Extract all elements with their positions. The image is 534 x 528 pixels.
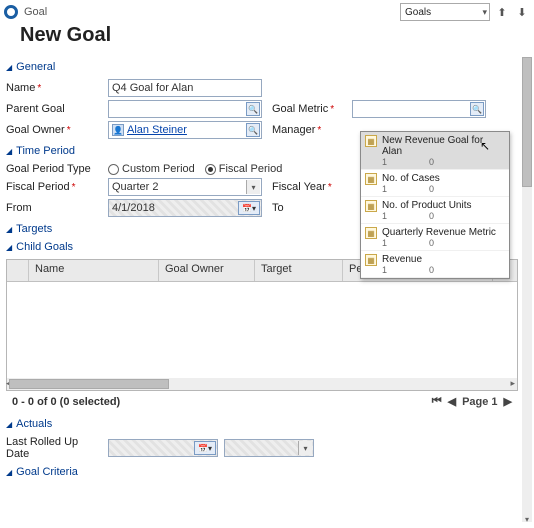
collapse-icon: ◢ (6, 63, 12, 72)
page-title: New Goal (20, 24, 530, 47)
goal-owner-link[interactable]: Alan Steiner (127, 124, 187, 136)
grid-horizontal-scroll[interactable]: ◂ ▸ (7, 378, 517, 390)
dropdown-item-label: Quarterly Revenue Metric (382, 227, 503, 238)
calendar-icon[interactable]: 📅▾ (194, 441, 216, 455)
metric-icon: ▦ (365, 173, 377, 185)
dropdown-item[interactable]: ▦ Revenue 10 (361, 251, 509, 278)
dropdown-item[interactable]: ▦ New Revenue Goal for Alan 10 (361, 132, 509, 170)
grid-checkbox-col[interactable] (7, 260, 29, 281)
goal-metric-dropdown[interactable]: ▦ New Revenue Goal for Alan 10 ▦ No. of … (360, 131, 510, 279)
radio-icon (108, 164, 119, 175)
goal-metric-label: Goal Metric* (272, 103, 346, 115)
related-entity-value: Goals (405, 7, 431, 18)
parent-goal-lookup[interactable]: 🔍 (108, 100, 262, 118)
last-rolled-date-input[interactable]: 📅▾ (108, 439, 218, 457)
to-label: To (272, 202, 346, 214)
related-entity-select[interactable]: Goals ▾ (400, 3, 490, 21)
collapse-icon: ◢ (6, 468, 12, 477)
lookup-icon[interactable]: 🔍 (246, 123, 260, 137)
radio-fiscal-period[interactable]: Fiscal Period (205, 163, 283, 175)
dropdown-item[interactable]: ▦ No. of Product Units 10 (361, 197, 509, 224)
fiscal-period-label: Fiscal Period* (6, 181, 102, 193)
collapse-icon: ◢ (6, 225, 12, 234)
vertical-scrollbar[interactable]: ▴ ▾ (522, 57, 532, 522)
pager-prev-icon[interactable]: ◀ (448, 395, 456, 408)
last-rolled-time-input[interactable]: ▾ (224, 439, 314, 457)
pager-page-label: Page 1 (462, 396, 497, 408)
user-icon: 👤 (112, 124, 124, 136)
section-targets-label: Targets (16, 223, 52, 235)
chevron-down-icon: ▾ (298, 441, 312, 455)
last-rolled-label: Last Rolled Up Date (6, 436, 102, 460)
grid-body[interactable] (7, 282, 517, 378)
dropdown-item[interactable]: ▦ No. of Cases 10 (361, 170, 509, 197)
collapse-icon: ◢ (6, 243, 12, 252)
grid-status: 0 - 0 of 0 (0 selected) (12, 396, 120, 408)
manager-label: Manager* (272, 124, 346, 136)
nav-up-button[interactable]: ⬆ (494, 4, 510, 20)
grid-col-owner[interactable]: Goal Owner (159, 260, 255, 281)
entity-label: Goal (24, 6, 47, 18)
goal-owner-label: Goal Owner* (6, 124, 102, 136)
radio-label: Custom Period (122, 163, 195, 175)
goal-period-type-label: Goal Period Type (6, 163, 102, 175)
dropdown-item-label: No. of Product Units (382, 200, 503, 211)
section-actuals-label: Actuals (16, 418, 52, 430)
radio-custom-period[interactable]: Custom Period (108, 163, 195, 175)
radio-icon (205, 164, 216, 175)
section-goal-criteria[interactable]: ◢ Goal Criteria (6, 466, 518, 478)
grid-col-target[interactable]: Target (255, 260, 343, 281)
scroll-right-icon[interactable]: ▸ (510, 378, 515, 389)
grid-footer: 0 - 0 of 0 (0 selected) ⏮ ◀ Page 1 ▶ (6, 391, 518, 412)
lookup-icon[interactable]: 🔍 (246, 102, 260, 116)
collapse-icon: ◢ (6, 147, 12, 156)
dropdown-item-label: Revenue (382, 254, 503, 265)
dropdown-item-label: New Revenue Goal for Alan (382, 135, 503, 157)
scroll-down-icon[interactable]: ▾ (522, 514, 532, 524)
pager-next-icon[interactable]: ▶ (504, 395, 512, 408)
name-label: Name* (6, 82, 102, 94)
section-actuals[interactable]: ◢ Actuals (6, 418, 518, 430)
chevron-down-icon: ▾ (482, 7, 487, 18)
goal-metric-lookup[interactable]: 🔍 (352, 100, 486, 118)
name-input[interactable]: Q4 Goal for Alan (108, 79, 262, 97)
nav-down-button[interactable]: ⬇ (514, 4, 530, 20)
section-general-label: General (16, 61, 55, 73)
section-time-period-label: Time Period (16, 145, 75, 157)
hscroll-thumb[interactable] (9, 379, 169, 389)
from-date-input[interactable]: 4/1/2018 📅▾ (108, 199, 262, 217)
goal-owner-lookup[interactable]: 👤 Alan Steiner 🔍 (108, 121, 262, 139)
section-goal-criteria-label: Goal Criteria (16, 466, 78, 478)
pager-first-icon[interactable]: ⏮ (432, 395, 442, 408)
section-general[interactable]: ◢ General (6, 61, 518, 73)
metric-icon: ▦ (365, 254, 377, 266)
lookup-icon[interactable]: 🔍 (470, 102, 484, 116)
metric-icon: ▦ (365, 227, 377, 239)
parent-goal-label: Parent Goal (6, 103, 102, 115)
chevron-down-icon: ▾ (246, 180, 260, 194)
section-child-goals-label: Child Goals (16, 241, 73, 253)
calendar-icon[interactable]: 📅▾ (238, 201, 260, 215)
collapse-icon: ◢ (6, 420, 12, 429)
scrollbar-thumb[interactable] (522, 57, 532, 187)
radio-label: Fiscal Period (219, 163, 283, 175)
metric-icon: ▦ (365, 135, 377, 147)
dropdown-item[interactable]: ▦ Quarterly Revenue Metric 10 (361, 224, 509, 251)
fiscal-period-select[interactable]: Quarter 2 ▾ (108, 178, 262, 196)
fiscal-year-label: Fiscal Year* (272, 181, 346, 193)
grid-col-name[interactable]: Name (29, 260, 159, 281)
app-icon (4, 5, 18, 19)
dropdown-item-label: No. of Cases (382, 173, 503, 184)
metric-icon: ▦ (365, 200, 377, 212)
from-label: From (6, 202, 102, 214)
